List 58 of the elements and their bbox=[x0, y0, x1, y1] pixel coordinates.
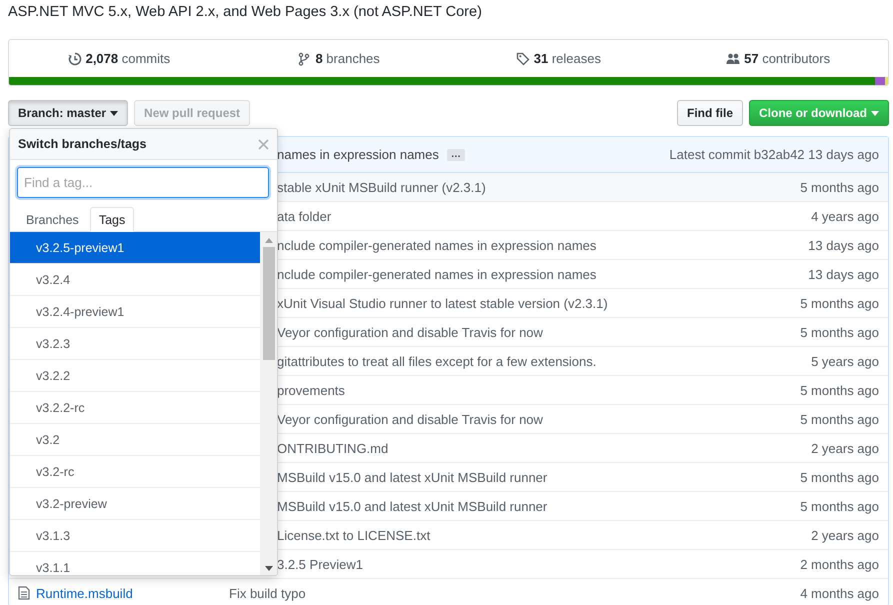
commit-message[interactable]: names in expression names bbox=[277, 147, 439, 162]
commit-age: 5 months ago bbox=[800, 498, 879, 514]
ellipsis-button[interactable]: … bbox=[446, 148, 465, 160]
stat-link[interactable]: 31 releases bbox=[534, 51, 601, 66]
commit-message[interactable]: stable xUnit MSBuild runner (v2.3.1) bbox=[277, 180, 486, 194]
stat-link[interactable]: 57 contributors bbox=[744, 51, 830, 66]
dropdown-tab[interactable]: Branches bbox=[17, 207, 88, 232]
file-link[interactable]: Runtime.msbuild bbox=[36, 586, 133, 600]
file-icon bbox=[18, 586, 30, 600]
commit-message[interactable]: ata folder bbox=[277, 208, 332, 224]
commit-message[interactable]: xUnit Visual Studio runner to latest stable version (v2.3.1) bbox=[277, 296, 608, 310]
commit-age: 2 years ago bbox=[811, 440, 879, 456]
commit-message[interactable]: Veyor configuration and disable Travis for now bbox=[277, 412, 543, 426]
filter-field[interactable]: Find a tag... bbox=[17, 167, 269, 198]
repo-description: ASP.NET MVC 5.x, Web API 2.x, and Web Pages 3.x (not ASP.NET Core) bbox=[7, 3, 483, 22]
commit-age: 13 days ago bbox=[808, 266, 879, 282]
scroll-up-icon bbox=[264, 238, 272, 243]
commit-message[interactable]: gitattributes to treat all files except for a few extensions. bbox=[277, 354, 596, 368]
commit-message[interactable]: MSBuild v15.0 and latest xUnit MSBuild runner bbox=[277, 470, 548, 484]
commit-age: 4 months ago bbox=[800, 586, 879, 600]
commit-age: 5 months ago bbox=[800, 470, 879, 484]
caret-icon bbox=[871, 110, 879, 116]
caret-icon bbox=[110, 110, 118, 116]
dropdown-title: Switch branches/tags bbox=[18, 137, 147, 151]
commit-message[interactable]: nclude compiler-generated names in expression names bbox=[277, 238, 596, 252]
commit-age: 5 years ago bbox=[811, 354, 879, 368]
commit-age: 5 months ago bbox=[800, 382, 879, 398]
tag-item[interactable]: v3.2.5-preview1 bbox=[10, 232, 260, 264]
branch-button[interactable]: Branch: master bbox=[8, 100, 128, 126]
commit-age: 5 months ago bbox=[800, 324, 879, 340]
commit-age: 5 months ago bbox=[800, 296, 879, 310]
branch-icon bbox=[297, 52, 312, 66]
scrollbar-thumb[interactable] bbox=[262, 247, 274, 360]
commit-message[interactable]: MSBuild v15.0 and latest xUnit MSBuild runner bbox=[277, 498, 548, 514]
commit-message[interactable]: 3.2.5 Preview1 bbox=[277, 556, 363, 572]
people-icon bbox=[726, 52, 740, 66]
stat-link[interactable]: 2,078 commits bbox=[86, 51, 170, 66]
scroll-down-icon bbox=[264, 566, 272, 571]
history-icon bbox=[68, 52, 82, 66]
commit-message[interactable]: Veyor configuration and disable Travis for now bbox=[277, 324, 543, 340]
tag-icon bbox=[516, 52, 530, 66]
commit-age: 2 months ago bbox=[800, 556, 879, 572]
stat-link[interactable]: 8 branches bbox=[315, 51, 380, 66]
commit-message[interactable]: License.txt to LICENSE.txt bbox=[277, 528, 430, 542]
commit-age: 5 months ago bbox=[800, 180, 879, 194]
close-icon[interactable] bbox=[258, 138, 269, 150]
find-file-button[interactable]: Find file bbox=[677, 100, 743, 126]
latest-commit-info: Latest commit b32ab42 13 days ago bbox=[669, 147, 879, 162]
commit-message[interactable]: Fix build typo bbox=[229, 586, 306, 600]
commit-message[interactable]: ONTRIBUTING.md bbox=[277, 440, 388, 456]
commit-message[interactable]: nclude compiler-generated names in expression names bbox=[277, 266, 596, 282]
scrollbar[interactable] bbox=[260, 232, 277, 575]
commit-age: 5 months ago bbox=[800, 412, 879, 426]
commit-message[interactable]: provements bbox=[277, 382, 345, 398]
commit-age: 2 years ago bbox=[811, 528, 879, 542]
commit-age: 13 days ago bbox=[808, 238, 879, 252]
dropdown-tab[interactable]: Tags bbox=[90, 207, 134, 232]
commit-age: 4 years ago bbox=[811, 208, 879, 224]
